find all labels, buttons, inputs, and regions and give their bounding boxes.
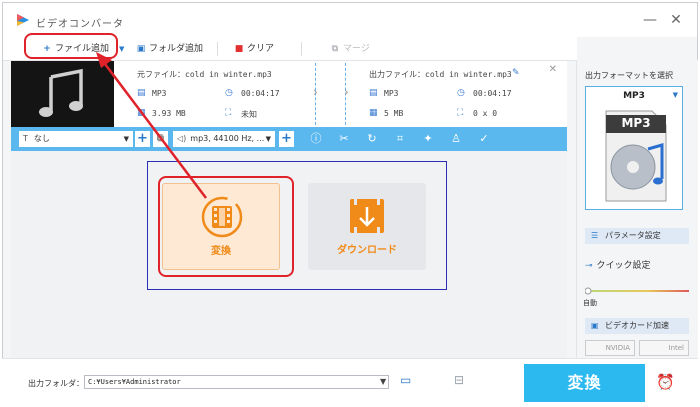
output-folder-input[interactable]: C:¥Users¥Administrator: [84, 375, 389, 389]
output-folder-label: 出力フォルダ：: [28, 379, 84, 388]
browse-folder-icon[interactable]: ▭: [400, 373, 411, 387]
open-folder-icon[interactable]: ⊟: [454, 373, 464, 387]
quick-settings-icon: ⊸: [585, 261, 593, 271]
convert-button[interactable]: 変換: [524, 364, 645, 402]
gpu-chip-icon: ▣: [591, 321, 599, 330]
gpu-acceleration-label: ビデオカード加速: [605, 321, 669, 330]
alarm-clock-icon[interactable]: ⏰: [656, 373, 675, 391]
quality-slider[interactable]: [585, 286, 689, 296]
nvidia-badge: NVIDIA: [585, 340, 635, 356]
parameter-settings-label: パラメータ設定: [605, 231, 661, 240]
quick-settings: ⊸ クイック設定: [585, 258, 651, 271]
gpu-acceleration-button[interactable]: ▣ ビデオカード加速: [585, 318, 689, 334]
right-panel: 出力フォーマットを選択 MP3 ▼ MP3 ☰ パラメータ設定 ⊸ クイック設定 自…: [576, 60, 698, 358]
format-badge: MP3: [621, 116, 651, 130]
intel-badge: Intel: [639, 340, 689, 356]
parameter-settings-button[interactable]: ☰ パラメータ設定: [585, 228, 689, 244]
selected-format: MP3: [623, 91, 645, 101]
quick-settings-label: クイック設定: [596, 261, 651, 271]
auto-label: 自動: [583, 299, 597, 307]
format-selector[interactable]: MP3 ▼ MP3: [585, 86, 683, 210]
bottom-bar: 出力フォルダ： C:¥Users¥Administrator ▼ ▭ ⊟ 変換 …: [2, 358, 698, 405]
sliders-icon: ☰: [591, 231, 599, 240]
chevron-down-icon[interactable]: ▼: [380, 377, 386, 386]
chevron-down-icon: ▼: [672, 91, 678, 99]
output-format-title: 出力フォーマットを選択: [585, 71, 673, 80]
